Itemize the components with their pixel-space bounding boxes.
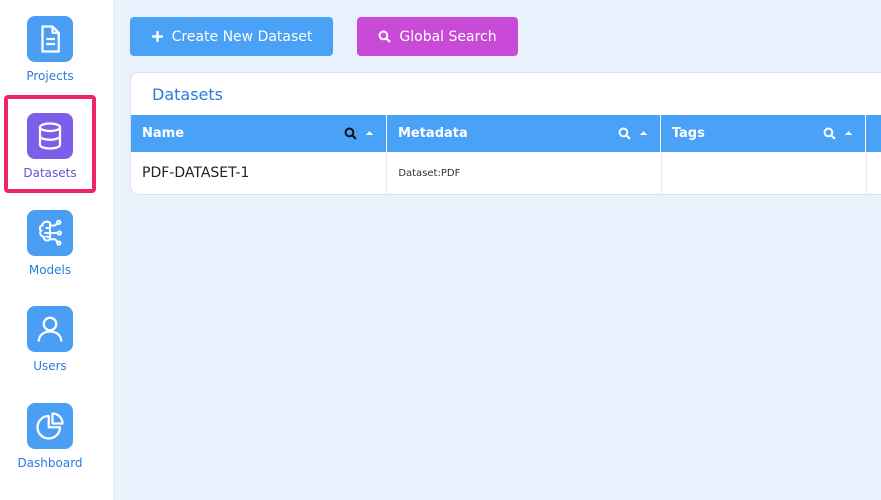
sidebar-item-label: Models: [28, 263, 72, 277]
sort-asc-icon[interactable]: [639, 129, 648, 138]
column-header-label: Metadata: [397, 126, 468, 141]
pie-chart-icon: [27, 403, 73, 449]
sidebar-item-projects[interactable]: Projects: [4, 16, 96, 83]
create-dataset-button[interactable]: Create New Dataset: [130, 17, 333, 56]
create-dataset-label: Create New Dataset: [171, 28, 313, 45]
sidebar-item-label: Users: [33, 359, 67, 373]
sidebar-item-label: Datasets: [23, 166, 77, 180]
sidebar-item-label: Dashboard: [17, 456, 83, 470]
database-icon: [27, 113, 73, 159]
panel-title: Datasets: [152, 84, 223, 104]
search-icon[interactable]: [618, 127, 631, 140]
file-icon: [27, 16, 73, 62]
sidebar-item-users[interactable]: Users: [4, 306, 96, 373]
column-header-metadata[interactable]: Metadata: [387, 115, 661, 152]
sidebar-item-dashboard[interactable]: Dashboard: [4, 403, 96, 470]
column-header-more[interactable]: [866, 115, 881, 152]
column-header-label: Name: [142, 126, 185, 141]
search-icon[interactable]: [823, 127, 836, 140]
cell-name: PDF-DATASET-1: [131, 152, 388, 194]
column-header-label: Tags: [671, 126, 705, 141]
table-row[interactable]: PDF-DATASET-1 Dataset:PDF: [131, 152, 881, 194]
cell-tags: [662, 152, 868, 194]
table-header: Name Metadata Tags: [131, 115, 881, 152]
sort-asc-icon[interactable]: [365, 129, 374, 138]
cell-more: [867, 152, 881, 194]
column-header-name[interactable]: Name: [131, 115, 387, 152]
sidebar: Projects Datasets Models Users Dashboard: [0, 0, 113, 500]
search-icon: [378, 30, 392, 43]
global-search-button[interactable]: Global Search: [357, 17, 518, 56]
global-search-label: Global Search: [399, 28, 497, 45]
plus-icon: [151, 31, 163, 42]
cell-metadata: Dataset:PDF: [387, 152, 662, 194]
column-header-tags[interactable]: Tags: [661, 115, 867, 152]
datasets-panel: Datasets Name Metadata Tags PDF-DATASET-…: [130, 72, 881, 195]
user-icon: [27, 306, 73, 352]
sort-asc-icon[interactable]: [844, 129, 853, 138]
sidebar-item-label: Projects: [26, 69, 74, 83]
sidebar-item-datasets[interactable]: Datasets: [4, 95, 96, 193]
brain-circuit-icon: [27, 210, 73, 256]
sidebar-item-models[interactable]: Models: [4, 210, 96, 277]
search-icon[interactable]: [344, 127, 357, 140]
